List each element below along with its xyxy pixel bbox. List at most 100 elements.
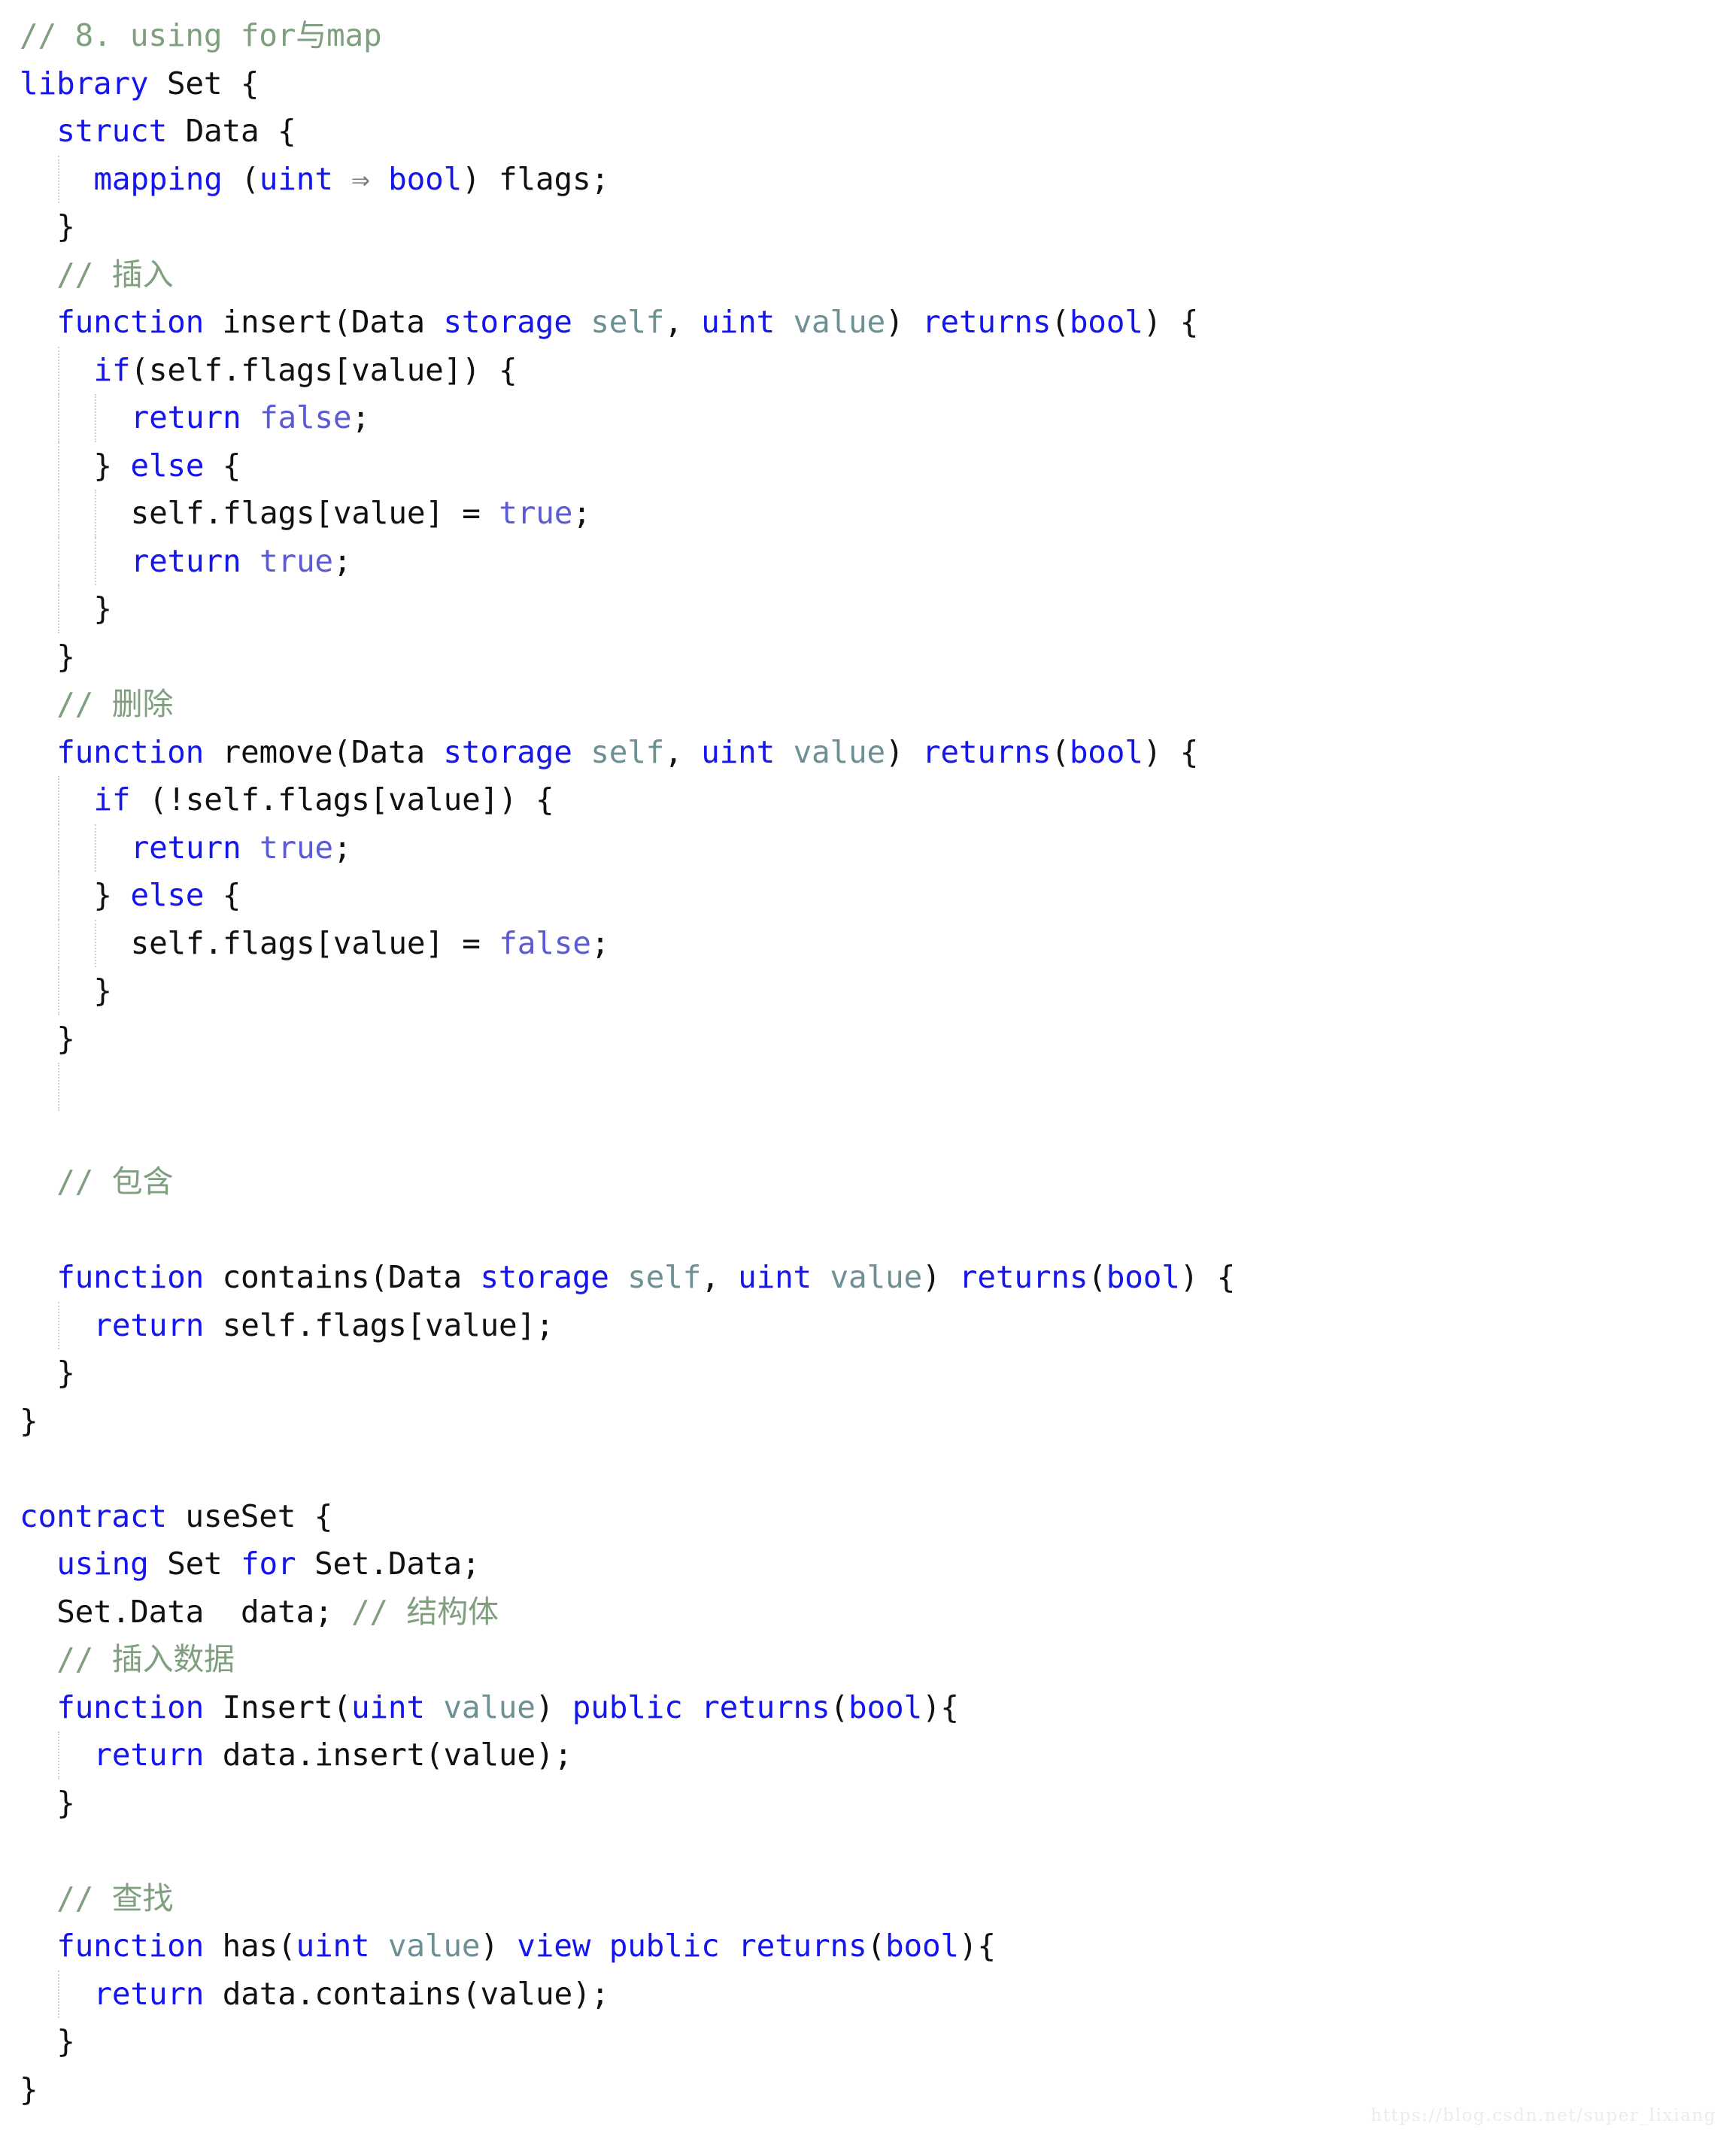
code-line: // 包含 <box>20 1158 1736 1206</box>
code-token-cmt: // 插入 <box>56 256 174 293</box>
indent-guide <box>58 1970 60 2018</box>
indent-guide <box>58 346 60 394</box>
code-token-pln: remove(Data <box>204 733 444 770</box>
indent-guide <box>95 490 97 538</box>
code-line-text: using Set for Set.Data; <box>20 1540 480 1588</box>
code-line: struct Data { <box>20 108 1736 156</box>
code-token-pln: self.flags[value] = <box>130 924 499 961</box>
code-line: return false; <box>20 394 1736 442</box>
code-token-pln <box>241 399 259 435</box>
code-token-kw: view <box>517 1928 591 1964</box>
code-line-text: } <box>20 1397 38 1446</box>
code-line-text: // 8. using for与map <box>20 12 382 60</box>
code-line-text: mapping (uint ⇒ bool) flags; <box>20 156 609 204</box>
indent-guide <box>95 537 97 585</box>
code-token-kw: bool <box>388 160 463 197</box>
indent-guide <box>58 441 60 490</box>
code-token-pln: ) <box>921 1259 959 1295</box>
code-token-cmt: // 插入数据 <box>56 1641 235 1677</box>
source-watermark: https://blog.csdn.net/super_lixiang <box>1370 2106 1716 2125</box>
code-token-kw: function <box>56 1688 205 1725</box>
code-line: return self.flags[value]; <box>20 1301 1736 1349</box>
code-token-lit: true <box>259 542 333 579</box>
code-token-kw: mapping <box>93 160 223 197</box>
code-token-pln: self.flags[value] = <box>130 495 499 531</box>
code-line-text: } else { <box>20 442 241 490</box>
code-token-pln: ; <box>351 399 370 435</box>
code-token-pln <box>425 1689 443 1725</box>
code-token-pln: data.contains(value); <box>204 1975 609 2012</box>
code-token-pln <box>590 1928 609 1964</box>
indent-guide <box>95 824 97 872</box>
code-token-pln: , <box>664 733 702 770</box>
code-token-kw: public <box>609 1928 720 1964</box>
code-line: } <box>20 1397 1736 1446</box>
code-token-kw: return <box>130 829 241 866</box>
indent-guide <box>58 537 60 585</box>
code-line-text: } <box>20 1349 75 1397</box>
code-token-kw: if <box>93 781 131 818</box>
code-line-text: contract useSet { <box>20 1493 332 1541</box>
indent-guide <box>58 155 60 203</box>
code-line: function remove(Data storage self, uint … <box>20 729 1736 777</box>
code-line-text: self.flags[value] = true; <box>20 490 591 538</box>
code-token-pln: } <box>93 877 131 913</box>
code-line: self.flags[value] = false; <box>20 919 1736 967</box>
code-token-kw: function <box>56 304 205 340</box>
code-line-text: function remove(Data storage self, uint … <box>20 729 1198 777</box>
code-line-text: } <box>20 967 112 1015</box>
code-token-cmt: // 8. using for与map <box>20 17 382 53</box>
code-token-pln: } <box>56 1020 75 1057</box>
indent-guide <box>58 919 60 967</box>
code-surface: // 8. using for与map library Set {struct D… <box>0 0 1736 2136</box>
code-line-text: Set.Data data; // 结构体 <box>20 1588 499 1637</box>
code-token-pln: { <box>204 877 241 913</box>
code-token-pln: } <box>93 447 131 484</box>
code-token-kw: else <box>130 877 205 913</box>
code-line-text: return data.insert(value); <box>20 1731 572 1779</box>
code-token-pln: insert(Data <box>204 304 444 340</box>
code-line: Set.Data data; // 结构体 <box>20 1588 1736 1637</box>
code-token-kw: return <box>93 1975 205 2012</box>
code-line: function Insert(uint value) public retur… <box>20 1684 1736 1732</box>
code-token-pln <box>609 1259 627 1295</box>
code-line <box>20 1063 1736 1111</box>
code-line-text: function has(uint value) view public ret… <box>20 1922 996 1971</box>
code-token-pln: has( <box>204 1928 296 1964</box>
code-line-text: } else { <box>20 872 241 920</box>
code-token-pln: } <box>56 208 75 244</box>
code-line-text: function contains(Data storage self, uin… <box>20 1254 1235 1302</box>
code-token-kw: bool <box>885 1928 959 1964</box>
code-token-lit: true <box>499 495 573 531</box>
code-token-kw: for <box>241 1546 296 1582</box>
code-token-lit: true <box>259 829 333 866</box>
code-token-kw: else <box>130 447 205 484</box>
code-token-kw: function <box>56 1259 205 1295</box>
code-line: } <box>20 1349 1736 1397</box>
arrow-icon: ⇒ <box>332 160 389 197</box>
code-token-kw: using <box>56 1546 149 1582</box>
indent-guide <box>58 1301 60 1349</box>
code-token-pln: ) { <box>1143 304 1199 340</box>
code-token-pln: , <box>664 304 702 340</box>
code-token-kw: bool <box>1069 733 1143 770</box>
code-token-pln <box>241 830 259 866</box>
code-token-kw: bool <box>1069 304 1143 340</box>
code-token-pln: , <box>701 1259 739 1295</box>
code-line-text: return true; <box>20 538 352 586</box>
code-token-kw: returns <box>921 304 1052 340</box>
code-token-pln <box>241 543 259 579</box>
code-token-pln: (self.flags[value]) { <box>130 351 517 388</box>
code-token-kw: storage <box>443 304 572 340</box>
indent-guide <box>58 967 60 1015</box>
code-line-text: function Insert(uint value) public retur… <box>20 1684 959 1732</box>
indent-guide <box>58 776 60 824</box>
code-token-pln: ; <box>572 495 591 531</box>
code-line-text: if (!self.flags[value]) { <box>20 776 554 824</box>
code-token-kw: library <box>20 65 149 102</box>
code-line: return true; <box>20 537 1736 586</box>
code-token-pln <box>683 1689 701 1725</box>
code-listing[interactable]: // 8. using for与map library Set {struct D… <box>0 12 1736 2113</box>
code-token-pln: ; <box>590 924 610 961</box>
